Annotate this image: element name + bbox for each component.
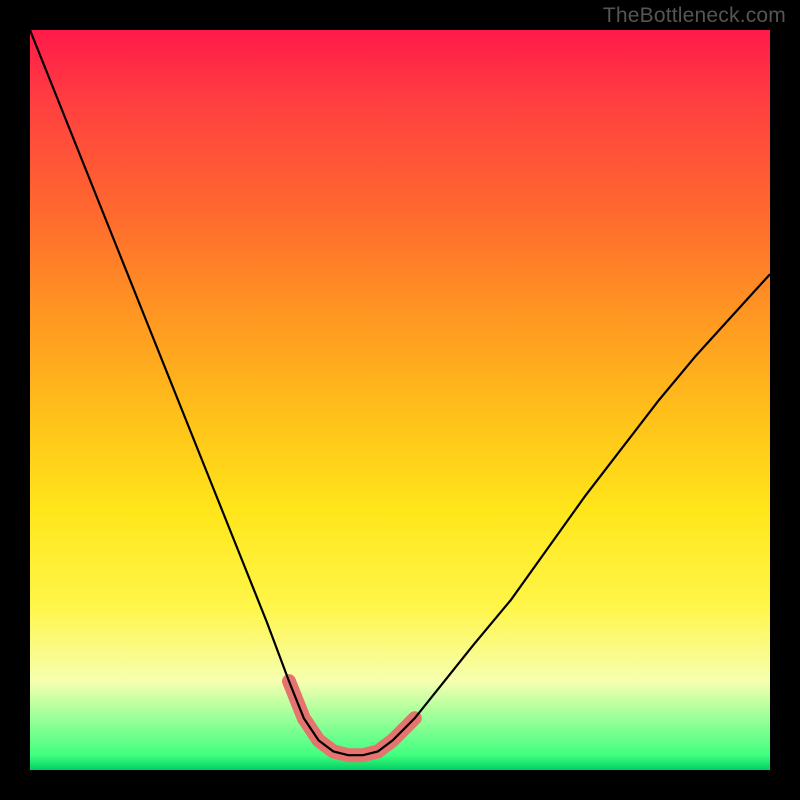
watermark-text: TheBottleneck.com — [603, 4, 786, 28]
bottleneck-curve-path — [30, 30, 770, 755]
plot-area — [30, 30, 770, 770]
chart-frame: TheBottleneck.com — [0, 0, 800, 800]
chart-svg — [30, 30, 770, 770]
highlight-band-path — [289, 681, 415, 755]
